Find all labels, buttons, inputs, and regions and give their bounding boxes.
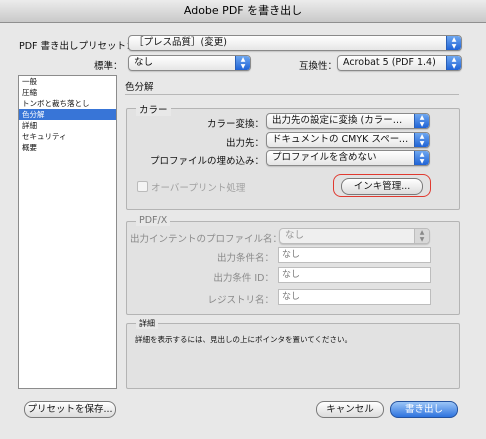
panel-title: 色分解 (125, 82, 154, 93)
detail-group (126, 323, 460, 389)
cancel-button[interactable]: キャンセル (316, 401, 384, 418)
condition-name-field[interactable]: なし (278, 247, 431, 263)
updown-arrows-icon: ▲ ▼ (446, 56, 461, 70)
ink-manager-button[interactable]: インキ管理... (341, 178, 423, 195)
destination-select[interactable]: ドキュメントの CMYK スペース - … ▲ ▼ (266, 132, 430, 148)
sidebar-item-compression[interactable]: 圧縮 (19, 87, 116, 98)
profile-embed-value: プロファイルを含めない (272, 152, 377, 163)
overprint-label: オーバープリント処理 (151, 183, 246, 194)
profile-embed-select[interactable]: プロファイルを含めない ▲ ▼ (266, 150, 430, 166)
profile-embed-label: プロファイルの埋め込み： (150, 156, 265, 167)
detail-text: 詳細を表示するには、見出しの上にポインタを置いてください。 (135, 335, 353, 344)
save-preset-button[interactable]: プリセットを保存... (24, 401, 116, 418)
updown-arrows-icon: ▲ ▼ (414, 151, 429, 165)
pdfx-group-title: PDF/X (136, 215, 171, 226)
export-button[interactable]: 書き出し (390, 401, 458, 418)
condition-id-label: 出力条件 ID： (213, 273, 274, 284)
color-group-title: カラー (136, 102, 171, 116)
sidebar-item-general[interactable]: 一般 (19, 76, 116, 87)
panel-title-divider (125, 94, 459, 95)
output-intent-value: なし (285, 230, 305, 241)
condition-id-field[interactable]: なし (278, 267, 431, 283)
sidebar-item-security[interactable]: セキュリティ (19, 131, 116, 142)
registry-label: レジストリ名： (207, 295, 274, 306)
updown-arrows-icon: ▲ ▼ (414, 133, 429, 147)
condition-name-label: 出力条件名： (216, 253, 274, 264)
compat-label: 互換性： (299, 61, 338, 72)
destination-value: ドキュメントの CMYK スペース - … (272, 134, 428, 145)
sidebar-item-separation[interactable]: 色分解 (19, 109, 116, 120)
updown-arrows-icon: ▲ ▼ (414, 229, 429, 243)
preset-label: PDF 書き出しプリセット： (19, 41, 136, 52)
conversion-label: カラー変換： (206, 119, 264, 130)
standard-value: なし (134, 57, 154, 68)
compat-value: Acrobat 5 (PDF 1.4) (343, 57, 436, 68)
preset-value: ［プレス品質］(変更) (134, 37, 227, 48)
output-intent-label: 出力インテントのプロファイル名： (130, 234, 283, 245)
destination-label: 出力先： (225, 138, 264, 149)
standard-label: 標準： (94, 61, 123, 72)
sidebar-item-advanced[interactable]: 詳細 (19, 120, 116, 131)
output-intent-select[interactable]: なし ▲ ▼ (279, 228, 430, 244)
category-list[interactable]: 一般 圧縮 トンボと裁ち落とし 色分解 詳細 セキュリティ 概要 (18, 75, 117, 389)
standard-select[interactable]: なし ▲ ▼ (128, 55, 251, 71)
detail-group-title: 詳細 (136, 318, 158, 329)
updown-arrows-icon: ▲ ▼ (414, 114, 429, 128)
sidebar-item-marks-bleeds[interactable]: トンボと裁ち落とし (19, 98, 116, 109)
overprint-checkbox[interactable] (137, 181, 148, 192)
conversion-value: 出力先の設定に変換 (カラー値を保… (272, 115, 429, 126)
compat-select[interactable]: Acrobat 5 (PDF 1.4) ▲ ▼ (337, 55, 462, 71)
updown-arrows-icon: ▲ ▼ (235, 56, 250, 70)
preset-select[interactable]: ［プレス品質］(変更) ▲ ▼ (128, 35, 462, 51)
updown-arrows-icon: ▲ ▼ (446, 36, 461, 50)
window-title: Adobe PDF を書き出し (0, 0, 486, 23)
conversion-select[interactable]: 出力先の設定に変換 (カラー値を保… ▲ ▼ (266, 113, 430, 129)
registry-field[interactable]: なし (278, 289, 431, 305)
sidebar-item-summary[interactable]: 概要 (19, 142, 116, 153)
